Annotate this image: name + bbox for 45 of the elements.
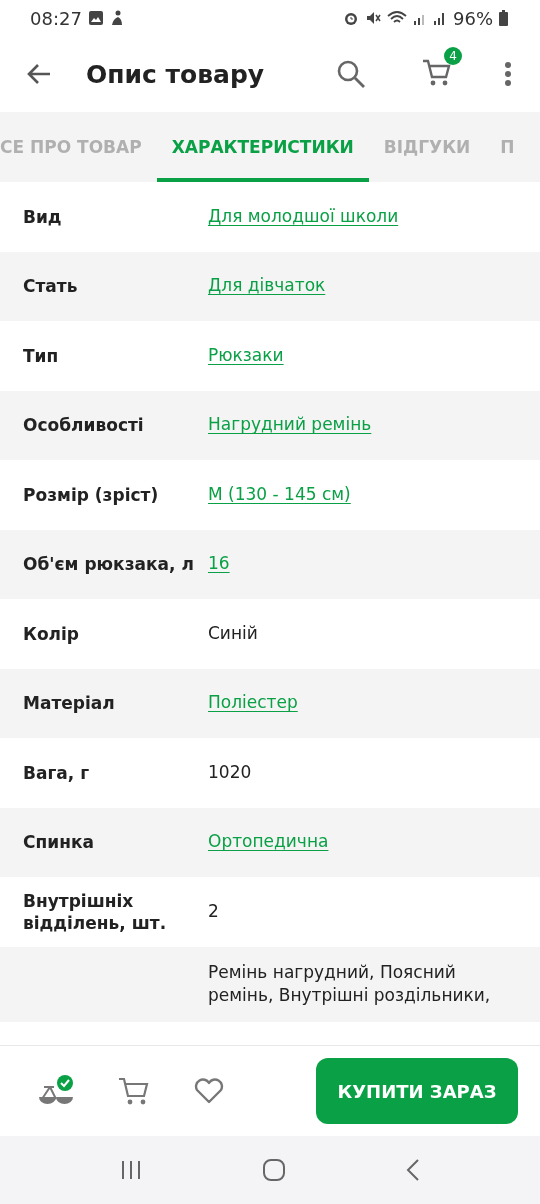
cart-icon[interactable] (118, 1076, 150, 1106)
spec-value[interactable]: Нагрудний ремінь (208, 414, 372, 435)
heart-icon[interactable] (194, 1078, 224, 1104)
recent-apps-icon[interactable] (120, 1160, 142, 1180)
cart-count-badge: 4 (444, 47, 462, 65)
buy-now-button[interactable]: КУПИТИ ЗАРАЗ (316, 1058, 518, 1124)
spec-value[interactable]: Ортопедична (208, 831, 329, 852)
battery-percent: 96% (453, 7, 493, 29)
spec-label: Спинка (23, 832, 94, 853)
spec-value[interactable]: Рюкзаки (208, 344, 284, 365)
image-icon (87, 10, 104, 26)
signal-icon (433, 10, 447, 26)
page-title: Опис товару (86, 59, 266, 89)
tab[interactable]: ВІДГУКИ (368, 112, 486, 182)
spec-label: Розмір (зріст) (23, 484, 159, 505)
figure-icon (109, 10, 124, 26)
scales-check-icon[interactable] (38, 1075, 74, 1107)
spec-value: Ремінь нагрудний, Поясний ремінь, Внутрішні роздільники, (208, 961, 491, 1006)
spec-value[interactable]: 16 (208, 553, 230, 574)
tab[interactable]: СЕ ПРО ТОВАР (0, 112, 157, 182)
spec-value[interactable]: Поліестер (208, 692, 298, 713)
more-icon[interactable] (504, 61, 512, 87)
spec-value: 2 (208, 900, 219, 921)
tab[interactable]: П (485, 112, 530, 182)
back-icon[interactable] (406, 1158, 420, 1182)
spec-label: Внутрішніх відділень, шт. (23, 890, 167, 933)
spec-value[interactable]: Для дівчаток (208, 275, 326, 296)
spec-label: Стать (23, 276, 78, 297)
home-icon[interactable] (262, 1158, 286, 1182)
spec-label: Колір (23, 623, 80, 644)
spec-label: Тип (23, 345, 59, 366)
spec-label: Матеріал (23, 693, 115, 714)
spec-label: Вага, г (23, 762, 90, 783)
mute-icon (365, 10, 381, 26)
spec-label: Особливості (23, 415, 144, 436)
battery-icon (499, 10, 508, 26)
back-arrow-icon[interactable] (26, 63, 52, 85)
spec-label: Об'єм рюкзака, л (23, 554, 194, 575)
search-icon[interactable] (336, 59, 366, 89)
status-time: 08:27 (30, 7, 82, 29)
spec-value[interactable]: M (130 - 145 см) (208, 483, 351, 504)
spec-label: Вид (23, 206, 62, 227)
spec-value[interactable]: Для молодшої школи (208, 205, 399, 226)
spec-value: Синій (208, 622, 258, 643)
spec-value: 1020 (208, 761, 252, 782)
